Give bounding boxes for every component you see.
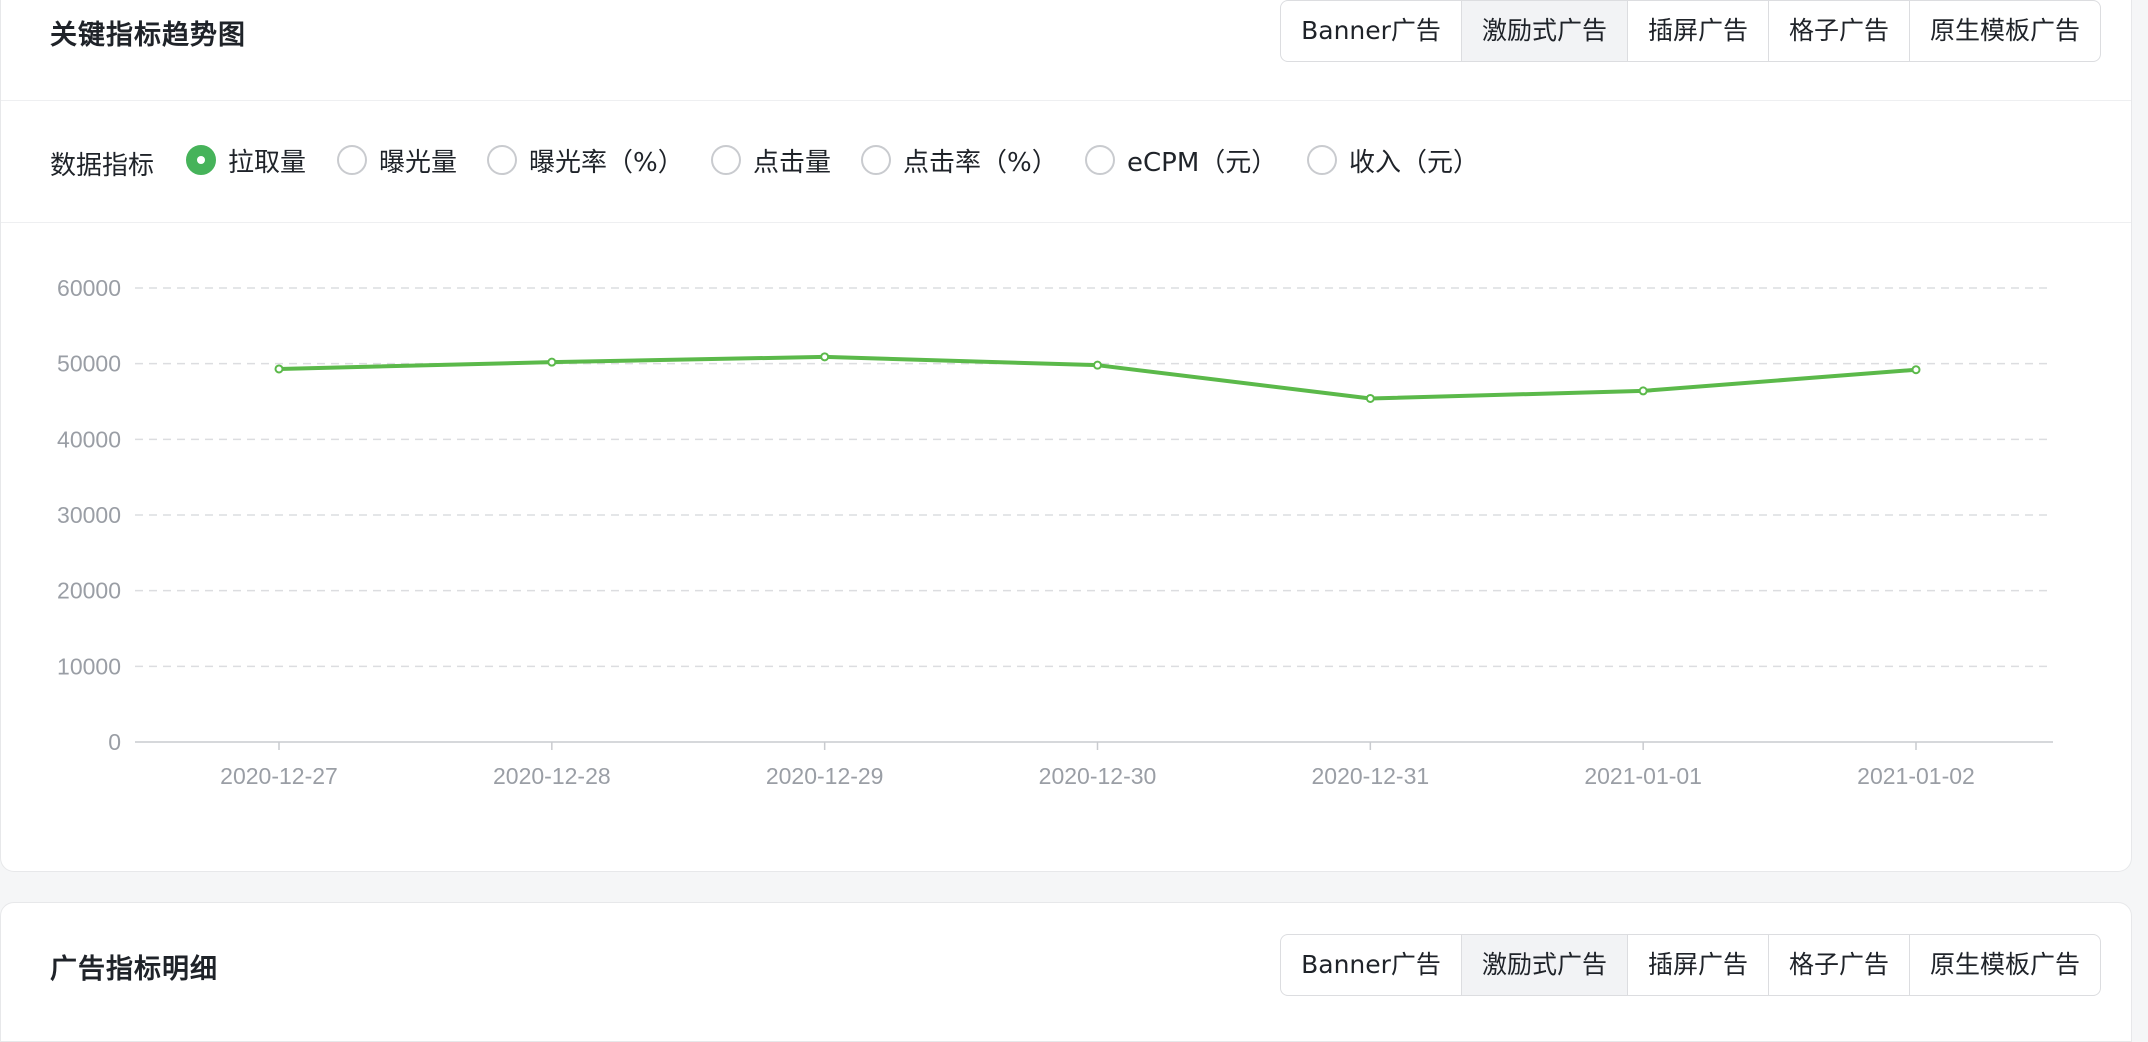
y-tick-label: 50000: [57, 351, 121, 377]
metric-radio-clicks[interactable]: 点击量: [711, 142, 831, 178]
x-tick-label: 2020-12-31: [1312, 763, 1430, 789]
y-tick-label: 10000: [57, 653, 121, 679]
data-point: [820, 352, 830, 362]
trend-line-chart: 0 10000 20000 30000 40000 50000 60000 2020-12-2…: [57, 275, 2053, 789]
y-tick-label: 40000: [57, 426, 121, 452]
trend-tab-banner[interactable]: Banner广告: [1281, 1, 1461, 61]
data-point: [1093, 360, 1102, 370]
x-tick-label: 2020-12-28: [493, 763, 611, 789]
radio-unchecked-icon: [861, 145, 891, 175]
x-tick-label: 2020-12-27: [220, 763, 338, 789]
detail-tab-grid[interactable]: 格子广告: [1767, 935, 1909, 995]
metric-radio-ecpm[interactable]: eCPM（元）: [1085, 142, 1277, 178]
radio-unchecked-icon: [337, 145, 367, 175]
radio-unchecked-icon: [1307, 145, 1337, 175]
x-tick-label: 2020-12-29: [766, 763, 884, 789]
radio-checked-icon: [186, 145, 216, 175]
detail-card: 广告指标明细 Banner广告 激励式广告 插屏广告 格子广告 原生模板广告: [0, 902, 2132, 1042]
trend-card: 关键指标趋势图 Banner广告 激励式广告 插屏广告 格子广告 原生模板广告 …: [0, 0, 2132, 872]
trend-tab-native-template[interactable]: 原生模板广告: [1908, 1, 2100, 61]
radio-unchecked-icon: [487, 145, 517, 175]
y-tick-label: 0: [108, 729, 121, 755]
metric-radio-impression-rate[interactable]: 曝光率（%）: [487, 142, 684, 178]
detail-tab-banner[interactable]: Banner广告: [1281, 935, 1461, 995]
trend-card-title: 关键指标趋势图: [50, 20, 246, 51]
metric-radio-label: eCPM（元）: [1127, 147, 1278, 178]
metric-radio-ctr[interactable]: 点击率（%）: [861, 142, 1058, 178]
trend-tab-rewarded[interactable]: 激励式广告: [1460, 1, 1627, 61]
radio-unchecked-icon: [711, 145, 741, 175]
detail-tab-native-template[interactable]: 原生模板广告: [1908, 935, 2100, 995]
metric-radio-label: 曝光率（%）: [529, 147, 684, 178]
detail-card-title: 广告指标明细: [50, 954, 218, 985]
trend-ad-type-tabs: Banner广告 激励式广告 插屏广告 格子广告 原生模板广告: [1280, 0, 2101, 62]
metric-radio-label: 点击量: [753, 147, 832, 178]
detail-ad-type-tabs: Banner广告 激励式广告 插屏广告 格子广告 原生模板广告: [1280, 934, 2101, 996]
data-point: [1911, 365, 1921, 375]
trend-tab-interstitial[interactable]: 插屏广告: [1626, 1, 1768, 61]
data-point: [547, 357, 557, 367]
data-point: [1365, 393, 1375, 403]
metric-selector-row: 数据指标 拉取量 曝光量 曝光率（%） 点击量 点击率（%） eCPM（元） 收…: [1, 100, 2131, 223]
detail-tab-interstitial[interactable]: 插屏广告: [1626, 935, 1768, 995]
y-tick-label: 30000: [57, 502, 121, 528]
data-point: [274, 364, 284, 374]
radio-unchecked-icon: [1085, 145, 1115, 175]
x-tick-label: 2021-01-02: [1857, 763, 1975, 789]
metric-radio-label: 曝光量: [379, 147, 458, 178]
data-point: [1638, 386, 1648, 396]
y-tick-label: 20000: [57, 578, 121, 604]
metric-radio-pull[interactable]: 拉取量: [186, 142, 306, 178]
trend-tab-grid[interactable]: 格子广告: [1767, 1, 1909, 61]
x-tick-label: 2021-01-01: [1584, 763, 1702, 789]
y-tick-label: 60000: [57, 275, 121, 301]
metric-label: 数据指标: [50, 151, 155, 181]
metric-radio-label: 拉取量: [228, 147, 307, 178]
trend-card-header: 关键指标趋势图 Banner广告 激励式广告 插屏广告 格子广告 原生模板广告: [1, 0, 2131, 101]
metric-radio-label: 收入（元）: [1349, 147, 1480, 178]
detail-tab-rewarded[interactable]: 激励式广告: [1460, 935, 1627, 995]
x-tick-label: 2020-12-30: [1039, 763, 1157, 789]
metric-radio-label: 点击率（%）: [903, 147, 1058, 178]
metric-radio-revenue[interactable]: 收入（元）: [1307, 142, 1479, 178]
metric-radio-impressions[interactable]: 曝光量: [337, 142, 457, 178]
